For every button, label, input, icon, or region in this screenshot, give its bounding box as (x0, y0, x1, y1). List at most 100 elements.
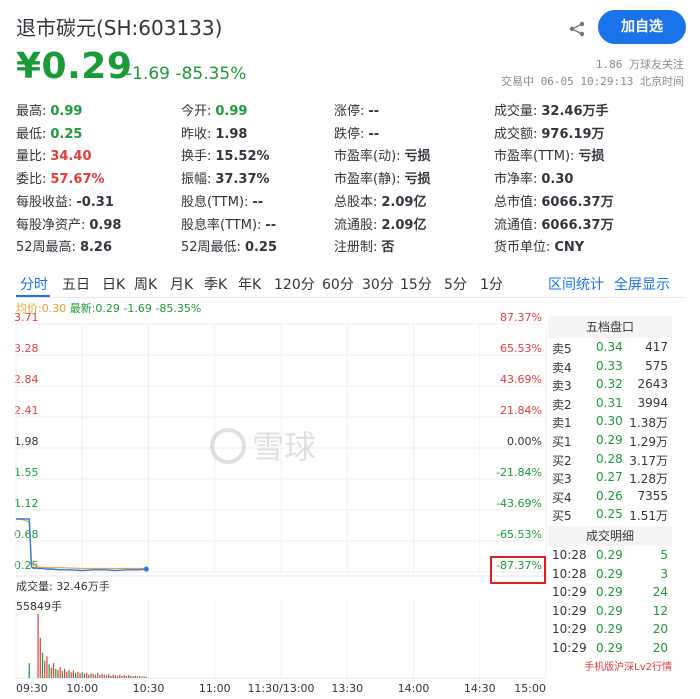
volume-bar (79, 673, 81, 678)
quote-stat-label: 量比: (16, 149, 47, 165)
fullscreen-link[interactable]: 全屏显示 (614, 274, 670, 294)
volume-bar (72, 670, 75, 678)
volume-bar (86, 672, 88, 678)
trade-time: 10:28 (552, 566, 587, 581)
trade-price: 0.29 (596, 640, 623, 655)
quote-stat: 股息(TTM): -- (181, 191, 263, 210)
trade-time: 10:29 (552, 640, 587, 655)
tab-6[interactable]: 年K (238, 274, 261, 294)
tab-7[interactable]: 120分 (274, 274, 315, 294)
quote-stat-value: 0.25 (244, 240, 278, 256)
intraday-chart[interactable]: 3.71 87.37% 3.28 65.53% 2.84 43.69% 2.41 21.84%… (0, 310, 548, 699)
quote-stat: 跌停: -- (334, 123, 379, 142)
quote-stat: 流通值: 6066.37万 (494, 214, 614, 233)
tab-11[interactable]: 5分 (444, 274, 467, 294)
tab-0[interactable]: 分时 (20, 274, 48, 294)
order-book-price: 0.28 (596, 451, 623, 466)
order-book-label: 买5 (552, 509, 572, 524)
order-book-label: 买3 (552, 472, 572, 487)
quote-stat-label: 最低: (16, 126, 47, 142)
quote-stat: 成交量: 32.46万手 (494, 100, 609, 119)
order-book-price: 0.32 (596, 377, 623, 392)
quote-stat-label: 涨停: (334, 104, 365, 119)
quote-stat-label: 委比: (16, 172, 47, 188)
volume-bar (114, 675, 116, 678)
order-book-price: 0.29 (596, 432, 623, 447)
volume-bar (145, 676, 147, 678)
volume-bar (39, 637, 41, 678)
price-tick-label: 2.84 (14, 373, 39, 386)
trade-details: 成交明细 10:28 0.29 5 10:28 0.29 3 10:29 0.29 24 10:2… (548, 526, 672, 658)
tab-2[interactable]: 日K (102, 274, 125, 294)
quote-stat: 市盈率(动): 亏损 (334, 145, 431, 164)
tab-3[interactable]: 周K (134, 274, 157, 294)
order-book-label: 买2 (552, 453, 572, 468)
quote-stat-value: 2.09亿 (381, 194, 427, 210)
time-tick-label: 09:30 (16, 682, 48, 695)
volume-bar (59, 667, 61, 678)
order-book-vol: 1.28万 (629, 472, 668, 487)
time-tick-label: 11:30/13:00 (247, 682, 314, 695)
stock-header: 退市碳元(SH:603133) 加自选 (16, 8, 686, 48)
quote-stat: 每股净资产: 0.98 (16, 214, 121, 233)
trade-details-title: 成交明细 (548, 526, 672, 546)
range-stats-link[interactable]: 区间统计 (548, 274, 604, 294)
order-book-label: 买4 (552, 490, 572, 505)
price-tick-label: 1.98 (14, 435, 39, 448)
quote-stat: 52周最低: 0.25 (181, 236, 277, 255)
tab-8[interactable]: 60分 (322, 274, 354, 294)
volume-bar (77, 671, 79, 678)
trade-row: 10:28 0.29 3 (548, 565, 672, 584)
quote-stat: 量比: 34.40 (16, 145, 92, 164)
quote-stat: 总市值: 6066.37万 (494, 191, 614, 210)
stock-title: 退市碳元(SH:603133) (16, 16, 223, 40)
tab-1[interactable]: 五日 (62, 274, 90, 294)
trade-price: 0.29 (596, 566, 623, 581)
quote-stat-value: 1.98 (215, 126, 248, 142)
order-book-price: 0.25 (596, 507, 623, 522)
mobile-lv2-link[interactable]: 手机版沪深Lv2行情 (548, 658, 672, 673)
time-tick-label: 10:00 (66, 682, 98, 695)
quote-stat-value: 2.09亿 (381, 217, 427, 233)
trade-time: 交易中 06-05 10:29:13 北京时间 (501, 75, 684, 88)
trade-vol: 5 (660, 548, 668, 562)
quote-stat-value: 否 (381, 240, 395, 256)
latest-price-dot (143, 566, 149, 572)
volume-bar (55, 668, 57, 678)
quote-stat-label: 股息(TTM): (181, 194, 249, 210)
tab-12[interactable]: 1分 (480, 274, 503, 294)
active-tab-indicator (16, 295, 50, 297)
quote-stat: 今开: 0.99 (181, 100, 247, 119)
price-tick-label: 2.41 (14, 404, 39, 417)
quote-stat: 振幅: 37.37% (181, 168, 270, 187)
tab-10[interactable]: 15分 (400, 274, 432, 294)
pct-tick-label: 87.37% (500, 311, 542, 324)
add-watchlist-button[interactable]: 加自选 (598, 10, 686, 44)
chart-tabs: 分时 五日 日K 周K 月K 季K 年K 120分 60分 30分 15分 5分 1分 区间统计 全屏显示 (16, 272, 684, 298)
volume-bar (90, 673, 92, 678)
volume-bar (88, 674, 90, 678)
tab-9[interactable]: 30分 (362, 274, 394, 294)
share-icon[interactable] (568, 20, 586, 38)
volume-bar (68, 669, 70, 678)
order-book-row: 卖5 0.34 417 (548, 338, 672, 357)
quote-stat: 流通股: 2.09亿 (334, 214, 426, 233)
quote-stat: 每股收益: -0.31 (16, 191, 114, 210)
quote-stat-value: 0.25 (50, 126, 83, 142)
volume-bar (70, 672, 72, 678)
pct-tick-label: 65.53% (500, 342, 542, 355)
trade-row: 10:28 0.29 5 (548, 546, 672, 565)
volume-bar (125, 675, 128, 678)
tab-5[interactable]: 季K (204, 274, 227, 294)
order-book-price: 0.27 (596, 470, 623, 485)
quote-stat-value: 亏损 (578, 149, 605, 165)
order-book-row: 买1 0.29 1.29万 (548, 431, 672, 450)
volume-bar (46, 656, 48, 678)
time-tick-label: 14:00 (398, 682, 430, 695)
quote-stat-label: 每股收益: (16, 194, 73, 210)
tab-4[interactable]: 月K (170, 274, 193, 294)
quote-stat-value: 亏损 (404, 149, 431, 165)
trade-vol: 20 (652, 640, 668, 655)
order-book-label: 卖2 (552, 397, 572, 412)
volume-bar (50, 667, 52, 678)
